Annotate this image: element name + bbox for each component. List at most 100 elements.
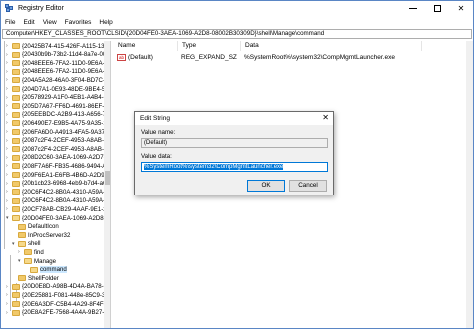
- list-scrollbar[interactable]: [466, 41, 473, 328]
- tree-item-label: Manage: [34, 257, 57, 265]
- folder-icon: [12, 172, 20, 178]
- minimize-icon: [409, 8, 417, 9]
- column-header-name[interactable]: Name: [115, 41, 178, 51]
- folder-icon: [12, 206, 20, 213]
- edit-string-dialog: Edit String ✕ Value name: (Default) Valu…: [134, 111, 334, 195]
- tree-item-label: {20CF78AB-CB29-4AAF-9E1-29F: [22, 205, 111, 213]
- registry-editor-window: Registry Editor ✕ File Edit View Favorit…: [0, 0, 474, 329]
- folder-icon: [12, 68, 20, 75]
- folder-icon: [24, 258, 32, 264]
- ok-button[interactable]: OK: [247, 180, 285, 192]
- folder-icon: [12, 103, 20, 110]
- tree-item-label: {205EEBDC-A2B9-413-A656-7275: [22, 111, 111, 119]
- folder-icon: [30, 266, 38, 273]
- value-name-field: (Default): [141, 138, 328, 148]
- tree-item-label: {20E8A2FE-7568-4A4A-9B27-0C: [22, 309, 111, 317]
- tree-item-label: find: [34, 248, 44, 256]
- tree-item-label: {2087c2F4-2CEF-4953-A8AB-6: [22, 137, 108, 145]
- tree-item-label: {209F6EA1-E6FB-4B6D-A2D9-6: [22, 171, 111, 179]
- tree-item-label: {20425B74-415-426F-A115-138BE: [22, 42, 111, 50]
- folder-icon: [12, 60, 20, 67]
- tree-item-label: {2048EEE6-7FA2-11D0-9E6A-00: [22, 68, 111, 76]
- folder-icon: [12, 94, 20, 101]
- folder-icon: [12, 292, 20, 299]
- minimize-button[interactable]: [401, 1, 425, 16]
- tree-item-label: {20b1cb23-6968-4eb9-b7d4-a66d: [22, 180, 111, 188]
- value-name-label: Value name:: [141, 129, 176, 136]
- tree-item-label: {208D2C60-3AEA-1069-A2D7-0800: [22, 154, 111, 162]
- tree-item-label: {20D0E8D-A98B-4D4A-BA78-612: [22, 283, 111, 291]
- tree-item-label: {20D04FE0-3AEA-1069-A2D8-08: [22, 214, 111, 222]
- folder-icon: [18, 223, 26, 230]
- tree-item-label: {206FA6D0-A4913-4FA5-9A37-D: [22, 128, 111, 136]
- dialog-body: Value name: (Default) Value data: %Syste…: [135, 125, 333, 195]
- folder-icon: [12, 283, 20, 290]
- tree-item-label: {20E25881-F081-448e-85C9-3E4: [22, 291, 111, 299]
- close-icon: ✕: [457, 4, 465, 13]
- dialog-close-button[interactable]: ✕: [322, 113, 329, 122]
- tree-item-label: command: [40, 266, 67, 274]
- tree-item-label: DefaultIcon: [28, 223, 59, 231]
- value-type: REG_EXPAND_SZ: [181, 54, 237, 61]
- menu-bar: File Edit View Favorites Help: [1, 16, 473, 28]
- registry-app-icon: [5, 4, 14, 13]
- folder-icon: [12, 189, 20, 196]
- menu-edit[interactable]: Edit: [19, 19, 38, 26]
- tree-scrollbar[interactable]: [104, 41, 110, 328]
- value-data-label: Value data:: [141, 153, 172, 160]
- maximize-button[interactable]: [425, 1, 449, 16]
- folder-icon: [12, 111, 20, 118]
- tree-item-label: {204A5A28-46A0-3F04-BD7C-B6: [22, 76, 111, 84]
- window-title: Registry Editor: [18, 5, 64, 12]
- tree-item-label: {20C6F4C2-8B0A-4310-A59A-5: [22, 188, 109, 196]
- tree-item-label: {20E6A3DF-C5B4-4A29-8F4F-31: [22, 300, 111, 308]
- menu-favorites[interactable]: Favorites: [61, 19, 96, 26]
- folder-icon: [12, 154, 20, 161]
- folder-icon: [12, 77, 20, 84]
- maximize-icon: [433, 5, 441, 12]
- tree-item-label: {20578929-A1F0-4EB1-A4B4-6620: [22, 94, 111, 102]
- value-data-text: %SystemRoot%\system32\CompMgmtLauncher.e…: [144, 164, 284, 170]
- tree-item-label: InProcServer32: [28, 231, 71, 239]
- tree-item-label: {206490E7-E9B5-4A75-9A35-1D: [22, 119, 111, 127]
- folder-icon: [12, 309, 20, 316]
- folder-icon: [12, 180, 20, 187]
- folder-icon: [18, 232, 26, 239]
- tree-item-label: {208F7A6F-FB35-4686-9494-A62: [22, 162, 111, 170]
- tree-item-label: {2087c2F4-2CEF-4953-A8AB-6: [22, 145, 108, 153]
- tree-item-label: {204D7A1-0E93-48DE-9BE4-53: [22, 85, 109, 93]
- folder-icon: [12, 215, 20, 221]
- folder-icon: [12, 43, 20, 49]
- address-bar[interactable]: Computer\HKEY_CLASSES_ROOT\CLSID\{20D04F…: [2, 29, 472, 39]
- column-header-type[interactable]: Type: [179, 41, 241, 51]
- value-data-input[interactable]: %SystemRoot%\system32\CompMgmtLauncher.e…: [141, 162, 328, 172]
- folder-icon: [18, 240, 26, 247]
- folder-icon: [12, 86, 20, 92]
- column-header-data[interactable]: Data: [242, 41, 422, 51]
- menu-view[interactable]: View: [39, 19, 61, 26]
- cancel-button[interactable]: Cancel: [289, 180, 327, 192]
- tree-scrollbar-thumb[interactable]: [105, 171, 110, 185]
- value-name: (Default): [128, 54, 153, 61]
- registry-tree[interactable]: › {20425B74-415-426F-A115-138BE › {20430b9b…: [1, 41, 111, 328]
- folder-icon: [12, 301, 20, 307]
- tree-item-label: shell: [28, 240, 41, 248]
- value-data: %SystemRoot%\system32\CompMgmtLauncher.e…: [244, 54, 396, 61]
- folder-icon: [18, 275, 26, 282]
- folder-icon: [12, 146, 20, 153]
- close-button[interactable]: ✕: [449, 1, 473, 16]
- tree-item[interactable]: › {20E8A2FE-7568-4A4A-9B27-0C: [6, 308, 111, 318]
- tree-item-label: {20C6F4C2-8B0A-4310-A59A-5: [22, 197, 109, 205]
- tree-item-label: {205D7A67-FF6D-4691-86EF-F3075: [22, 102, 110, 110]
- menu-file[interactable]: File: [1, 19, 19, 26]
- tree-item-label: ShellFolder: [28, 274, 59, 282]
- folder-icon: [12, 137, 20, 144]
- folder-icon: [24, 249, 32, 256]
- menu-help[interactable]: Help: [95, 19, 116, 26]
- tree-item-label: {20430b9b-73b2-11d4-8a7e-00: [22, 51, 107, 59]
- value-row[interactable]: ab (Default): [117, 53, 153, 63]
- title-bar: Registry Editor ✕: [1, 1, 473, 16]
- dialog-title: Edit String: [140, 115, 170, 122]
- tree-item-label: {2048EEE6-7FA2-11D0-9E6A-00: [22, 59, 111, 67]
- folder-icon: [12, 129, 20, 135]
